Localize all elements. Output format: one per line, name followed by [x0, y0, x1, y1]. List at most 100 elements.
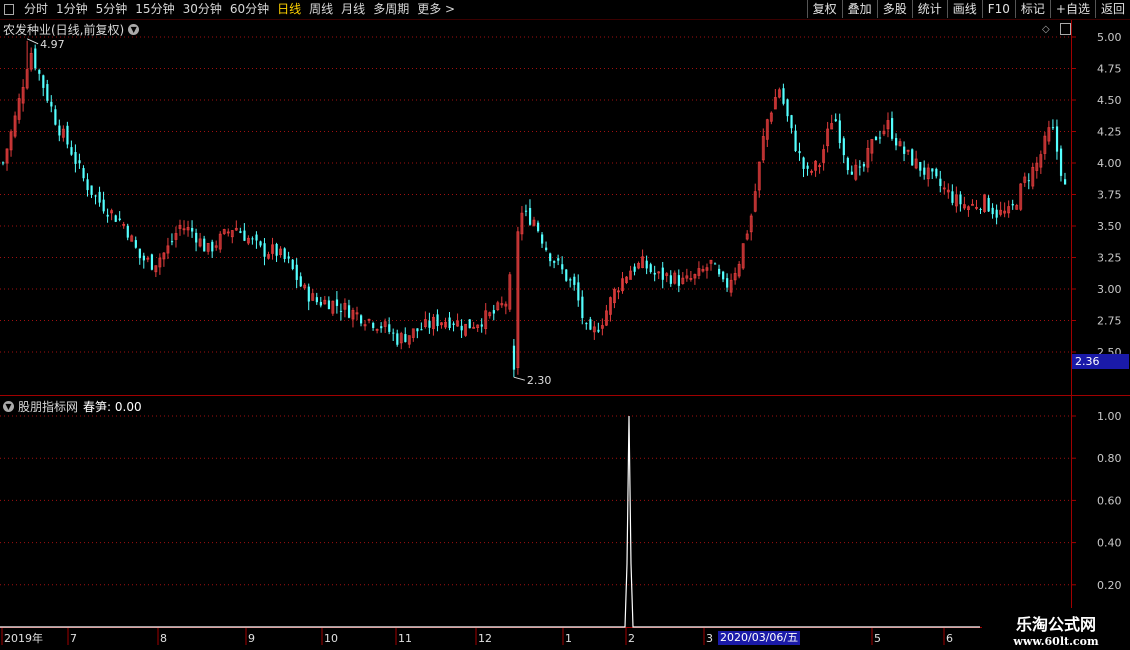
chevron-down-icon[interactable]: ▼ — [3, 401, 14, 412]
watermark-title: 乐淘公式网 — [1015, 615, 1096, 634]
main-pane-title: 农发种业(日线,前复权) ▼ — [3, 21, 143, 38]
candle-body-down — [287, 256, 290, 259]
candle-body-down — [34, 48, 37, 69]
date-label: 7 — [70, 632, 77, 645]
candle-body-down — [420, 329, 423, 331]
candle-body-down — [106, 214, 109, 217]
candle-body-down — [561, 264, 564, 270]
candle-body-down — [794, 130, 797, 152]
candle-body-down — [142, 255, 145, 261]
candle-body-down — [46, 84, 49, 101]
candle-body-down — [460, 325, 463, 331]
candle-body-down — [480, 324, 483, 327]
candle-body-down — [243, 230, 246, 241]
candle-body-down — [677, 275, 681, 286]
candle-body-down — [537, 222, 540, 232]
candle-body-down — [524, 210, 528, 212]
indicator-series — [0, 415, 980, 628]
candle-body-down — [372, 322, 375, 328]
candle-body-down — [862, 164, 866, 167]
candle-body-down — [951, 191, 954, 203]
candle-body-down — [126, 225, 129, 238]
indicator-tick-label: 0.80 — [1097, 452, 1122, 465]
indicator-name: 股朋指标网 — [18, 400, 79, 414]
candle-body-down — [436, 314, 439, 327]
candle-body-down — [722, 271, 725, 280]
indicator-tick-label: 0.60 — [1097, 494, 1122, 507]
panel-toggle-icon[interactable] — [1060, 23, 1071, 35]
annotations: 4.97 2.30 — [26, 38, 551, 387]
candle-body-down — [138, 248, 141, 259]
candle-body-down — [661, 267, 664, 280]
candle-body-down — [790, 115, 793, 129]
candle-body-down — [895, 138, 898, 146]
candle-body-down — [191, 227, 194, 232]
candle-body-down — [315, 297, 318, 303]
candle-body-down — [858, 166, 862, 168]
candle-body-down — [203, 238, 206, 252]
candle-body-down — [939, 178, 942, 187]
candle-body-down — [959, 194, 962, 205]
diamond-icon[interactable]: ◇ — [1042, 24, 1050, 35]
candle-body-down — [392, 332, 395, 334]
candle-body-down — [291, 259, 294, 270]
candle-body-down — [653, 272, 656, 275]
candle-body-down — [850, 171, 853, 175]
candle-body-down — [150, 254, 154, 270]
candle-body-down — [90, 185, 93, 195]
candle-body-down — [589, 319, 592, 330]
price-tick-label: 4.00 — [1097, 157, 1122, 170]
candle-body-down — [806, 165, 809, 169]
high-arrow — [26, 38, 39, 45]
low-arrow — [513, 376, 526, 381]
candle-body-down — [669, 275, 672, 284]
chevron-down-icon[interactable]: ▼ — [128, 24, 140, 35]
candle-body-down — [633, 266, 636, 272]
candle-body-down — [319, 301, 322, 306]
price-tick-label: 3.75 — [1097, 189, 1122, 202]
candle-body-down — [569, 279, 572, 281]
candle-body-down — [327, 300, 331, 310]
candle-body-down — [74, 151, 77, 164]
candle-body-down — [448, 317, 451, 329]
candle-body-down — [991, 207, 994, 215]
candle-body-down — [195, 232, 198, 243]
date-label: 6 — [946, 632, 953, 645]
date-axis: 2019年 7 8 9 10 11 12 1 2 3 5 6 — [1, 628, 953, 645]
candle-body-down — [347, 305, 351, 318]
candle-body-down — [452, 323, 455, 325]
candle-body-down — [512, 345, 516, 370]
date-label: 10 — [324, 632, 338, 645]
price-tick-label: 4.50 — [1097, 94, 1122, 107]
candle-body-down — [102, 199, 105, 212]
candle-body-down — [42, 75, 45, 88]
candle-body-down — [874, 136, 878, 141]
chart-area[interactable]: 5.00 4.75 4.50 4.25 4.00 3.75 3.50 3.25 3.00 2.75… — [0, 0, 1130, 650]
candle-body-down — [134, 240, 137, 248]
date-label: 1 — [565, 632, 572, 645]
date-label: 2 — [628, 632, 635, 645]
grid-lines — [0, 20, 1130, 628]
candle-body-down — [838, 120, 841, 143]
candle-body-down — [492, 310, 495, 314]
candle-body-down — [923, 167, 926, 175]
candle-body-down — [86, 179, 89, 191]
stock-title: 农发种业(日线,前复权) — [3, 23, 125, 37]
candle-body-down — [78, 160, 81, 164]
candle-body-down — [1055, 126, 1059, 152]
candle-body-down — [70, 147, 73, 155]
candle-body-down — [573, 276, 576, 285]
date-label: 9 — [248, 632, 255, 645]
candle-body-down — [58, 125, 61, 136]
candle-body-down — [782, 88, 785, 104]
candle-body-down — [82, 168, 85, 179]
current-price-badge: 2.36 — [1072, 354, 1129, 369]
candle-body-down — [786, 99, 789, 117]
indicator-tick-label: 0.40 — [1097, 537, 1122, 550]
price-tick-label: 3.25 — [1097, 252, 1122, 265]
candle-body-down — [834, 119, 837, 122]
price-tick-label: 2.75 — [1097, 315, 1122, 328]
candle-body-down — [428, 320, 431, 328]
candle-body-down — [118, 218, 121, 220]
candle-body-down — [931, 168, 934, 172]
